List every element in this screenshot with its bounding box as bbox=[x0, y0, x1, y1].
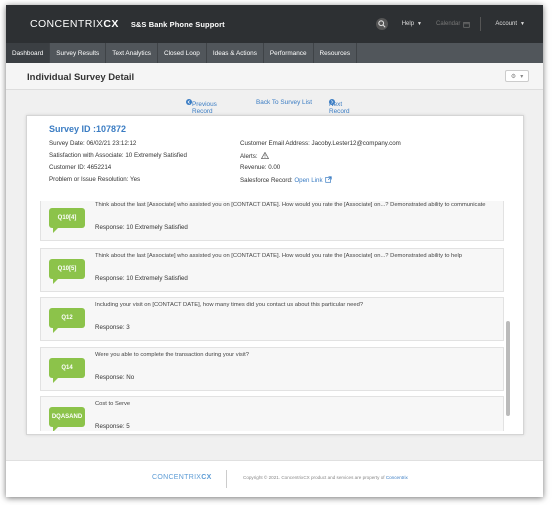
nav-tab-closed-loop[interactable]: Closed Loop bbox=[158, 43, 207, 63]
app-title: S&S Bank Phone Support bbox=[130, 19, 225, 29]
question-code-badge: Q10[5] bbox=[49, 259, 85, 284]
external-link-icon bbox=[325, 176, 332, 183]
nav-tab-text-analytics[interactable]: Text Analytics bbox=[106, 43, 158, 63]
main-nav: Dashboard Survey Results Text Analytics Clo… bbox=[6, 43, 543, 63]
question-code-badge: Q14 bbox=[49, 358, 85, 383]
nav-tab-dashboard[interactable]: Dashboard bbox=[6, 43, 51, 63]
warning-icon bbox=[261, 151, 270, 159]
question-code-badge: DQASAND bbox=[49, 407, 85, 431]
brand-logo[interactable]: CONCENTRIXCX bbox=[30, 18, 119, 30]
question-item: Q10[5] Think about the last [Associate] w… bbox=[40, 248, 504, 292]
nav-tab-ideas-actions[interactable]: Ideas & Actions bbox=[207, 43, 264, 63]
survey-id: Survey ID :107872 bbox=[49, 124, 127, 134]
salesforce-open-link[interactable]: Open Link bbox=[294, 176, 332, 184]
scrollbar-thumb[interactable] bbox=[506, 321, 510, 416]
page-title: Individual Survey Detail bbox=[27, 72, 135, 83]
question-code-badge: Q10[4] bbox=[49, 208, 85, 233]
calendar-label: Calendar bbox=[436, 21, 461, 27]
footer-logo: CONCENTRIXCX bbox=[152, 474, 212, 481]
calendar-icon bbox=[463, 21, 471, 28]
settings-dropdown-button[interactable]: ⚙ ▾ bbox=[505, 70, 529, 82]
open-link-label: Open Link bbox=[294, 177, 323, 184]
question-response: Response: 5 bbox=[95, 423, 130, 430]
customer-id: Customer ID: 4652214 bbox=[49, 164, 112, 171]
question-response: Response: 3 bbox=[95, 324, 130, 331]
salesforce-record: Salesforce Record: Open Link bbox=[240, 176, 332, 184]
question-item: Q14 Were you able to complete the transac… bbox=[40, 347, 504, 391]
question-text: Were you able to complete the transactio… bbox=[95, 352, 249, 358]
record-pager: Previous Record Back To Survey List Next… bbox=[6, 97, 543, 115]
top-right-controls: Help ▼ Calendar Account ▼ bbox=[375, 5, 525, 43]
help-menu[interactable]: Help ▼ bbox=[402, 21, 422, 27]
question-text: Including your visit on [CONTACT DATE], … bbox=[95, 302, 364, 308]
copyright: Copyright © 2021. ConcentrixCX product a… bbox=[243, 475, 408, 480]
footer-logo-text-bold: CX bbox=[201, 474, 212, 481]
question-response: Response: 10 Extremely Satisfied bbox=[95, 275, 188, 282]
alerts-label: Alerts: bbox=[240, 153, 258, 160]
nav-tab-performance[interactable]: Performance bbox=[264, 43, 314, 63]
search-icon[interactable] bbox=[375, 18, 388, 30]
app-window: CONCENTRIXCX S&S Bank Phone Support Help… bbox=[6, 5, 543, 497]
scrollbar[interactable] bbox=[505, 201, 511, 431]
customer-email: Customer Email Address: Jacoby.Lester12@… bbox=[240, 140, 401, 147]
issue-resolution: Problem or Issue Resolution: Yes bbox=[49, 176, 141, 183]
divider bbox=[480, 17, 482, 31]
account-label: Account bbox=[495, 21, 518, 27]
question-item: Q12 Including your visit on [CONTACT DATE… bbox=[40, 297, 504, 341]
question-text: Cost to Serve bbox=[95, 401, 131, 407]
gear-icon: ⚙ bbox=[510, 73, 517, 80]
alerts: Alerts: bbox=[240, 151, 270, 160]
question-text: Think about the last [Associate] who ass… bbox=[95, 253, 462, 259]
survey-detail-card: Survey ID :107872 Survey Date: 06/02/21 … bbox=[26, 115, 524, 435]
calendar-menu[interactable]: Calendar bbox=[436, 21, 471, 28]
question-list[interactable]: Q10[4] Think about the last [Associate] w… bbox=[40, 201, 516, 431]
chevron-down-icon: ▼ bbox=[417, 21, 422, 27]
previous-record-label: Previous Record bbox=[192, 101, 217, 115]
revenue: Revenue: 0.00 bbox=[240, 164, 281, 171]
satisfaction-with-associate: Satisfaction with Associate: 10 Extremel… bbox=[49, 152, 187, 159]
logo-text: CONCENTRIX bbox=[30, 18, 104, 30]
copyright-text: Copyright © 2021. ConcentrixCX product a… bbox=[243, 475, 385, 480]
help-label: Help bbox=[401, 21, 415, 27]
question-response: Response: 10 Extremely Satisfied bbox=[95, 224, 188, 231]
page-header: Individual Survey Detail ⚙ ▾ bbox=[6, 63, 543, 90]
account-menu[interactable]: Account ▼ bbox=[495, 21, 525, 27]
logo-text-bold: CX bbox=[103, 18, 119, 30]
footer: CONCENTRIXCX Copyright © 2021. Concentri… bbox=[6, 460, 543, 497]
chevron-down-icon: ▾ bbox=[520, 73, 524, 80]
next-record-link[interactable]: Next Record bbox=[329, 99, 350, 115]
divider bbox=[226, 470, 227, 488]
question-text: Think about the last [Associate] who ass… bbox=[95, 202, 486, 208]
top-bar: CONCENTRIXCX S&S Bank Phone Support Help… bbox=[6, 5, 543, 43]
salesforce-label: Salesforce Record: bbox=[240, 177, 293, 184]
nav-tab-resources[interactable]: Resources bbox=[314, 43, 358, 63]
survey-date: Survey Date: 06/02/21 23:12:12 bbox=[49, 140, 137, 147]
back-to-list-link[interactable]: Back To Survey List bbox=[256, 99, 312, 106]
question-response: Response: No bbox=[95, 374, 135, 381]
question-item: DQASAND Cost to Serve Response: 5 bbox=[40, 396, 504, 431]
chevron-down-icon: ▼ bbox=[520, 21, 525, 27]
previous-record-link[interactable]: Previous Record bbox=[186, 99, 217, 115]
company-link[interactable]: Concentrix bbox=[386, 475, 408, 480]
question-item: Q10[4] Think about the last [Associate] w… bbox=[40, 201, 504, 241]
footer-logo-text: CONCENTRIX bbox=[152, 474, 202, 481]
question-code-badge: Q12 bbox=[49, 308, 85, 333]
next-record-label: Next Record bbox=[329, 101, 350, 115]
nav-tab-survey-results[interactable]: Survey Results bbox=[50, 43, 107, 63]
